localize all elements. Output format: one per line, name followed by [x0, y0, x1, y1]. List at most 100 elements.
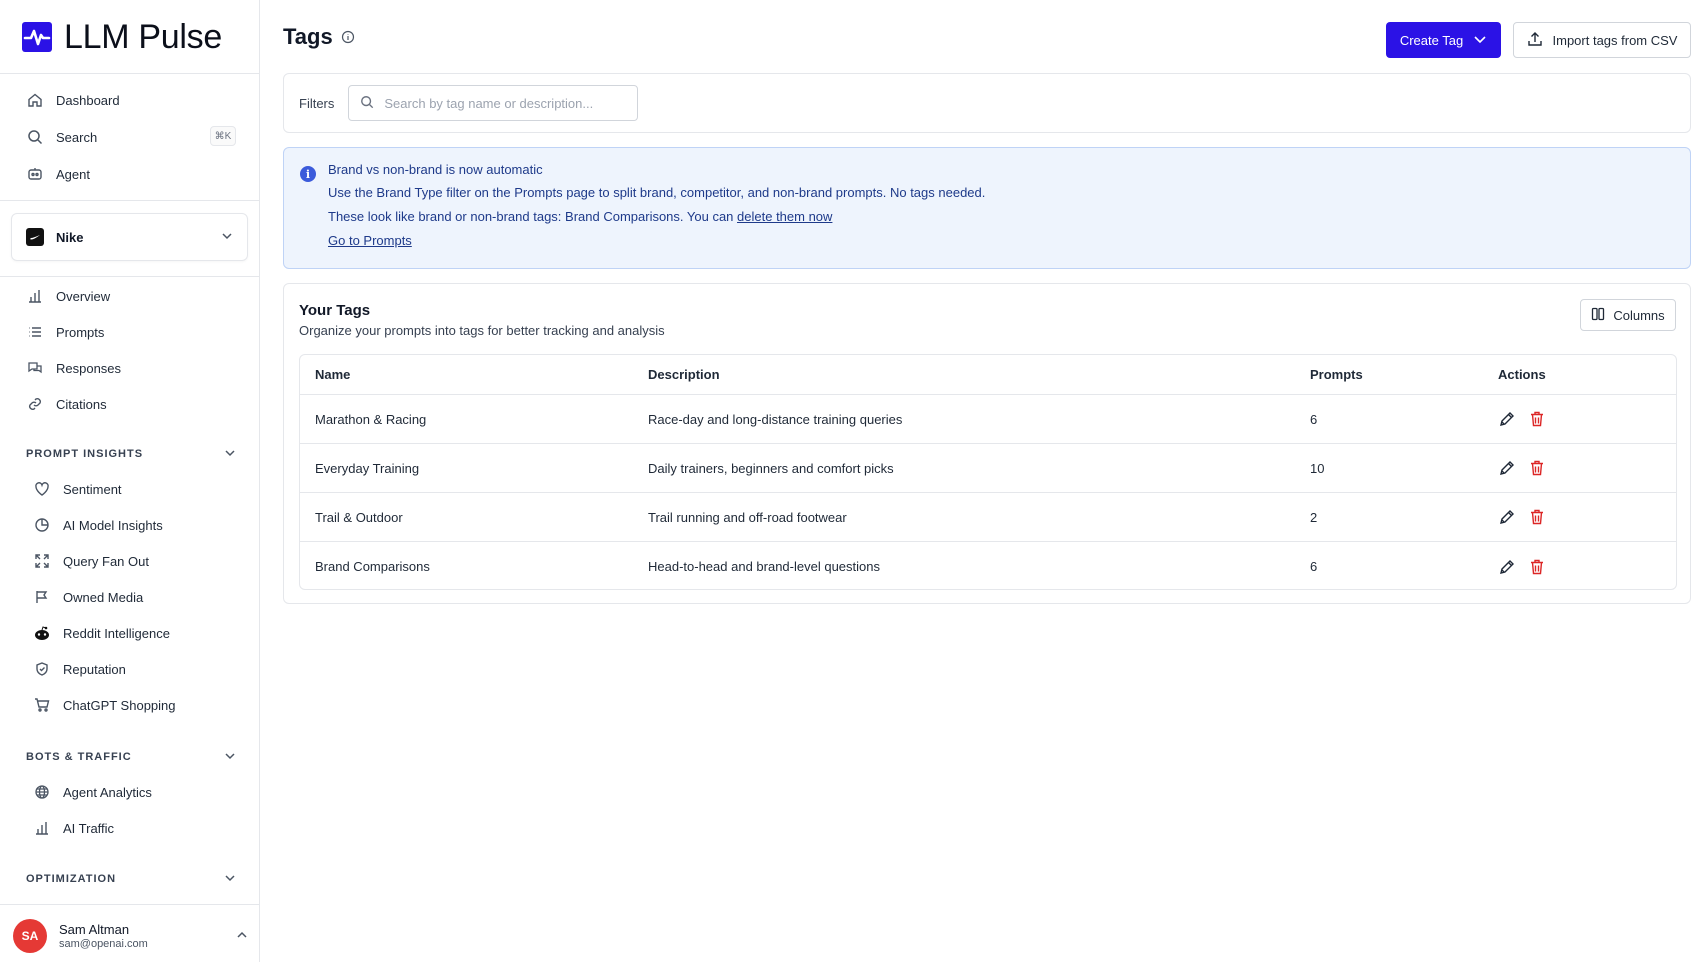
columns-label: Columns [1613, 307, 1665, 323]
nav-label: Owned Media [63, 589, 144, 605]
divider [0, 904, 259, 905]
delete-icon[interactable] [1528, 558, 1546, 576]
shortcut-badge: ⌘K [210, 126, 236, 146]
columns-button[interactable]: Columns [1580, 299, 1676, 331]
delete-icon[interactable] [1528, 410, 1546, 428]
edit-icon[interactable] [1498, 410, 1516, 428]
nav-chatgpt-shopping[interactable]: ChatGPT Shopping [33, 691, 243, 719]
section-title: OPTIMIZATION [26, 873, 117, 885]
search-input[interactable] [384, 95, 625, 111]
delete-tags-link[interactable]: delete them now [737, 209, 832, 224]
cart-icon [33, 696, 51, 714]
column-header-prompts[interactable]: Prompts [1310, 355, 1363, 394]
nav-label: Responses [56, 360, 122, 376]
chevron-up-icon [236, 928, 248, 944]
page-title: Tags [283, 24, 355, 50]
table-row[interactable]: Marathon & Racing Race-day and long-dist… [300, 395, 1676, 444]
bar-chart-icon [33, 819, 51, 837]
expand-icon [33, 552, 51, 570]
go-to-prompts-link[interactable]: Go to Prompts [328, 233, 412, 248]
divider [0, 73, 259, 74]
nav-label: Prompts [56, 324, 105, 340]
tag-prompt-count: 10 [1310, 460, 1325, 476]
nav-label: Agent [56, 166, 90, 182]
agent-icon [26, 165, 44, 183]
nav-owned-media[interactable]: Owned Media [33, 583, 243, 611]
edit-icon[interactable] [1498, 508, 1516, 526]
row-actions [1498, 542, 1546, 589]
section-bots-traffic[interactable]: BOTS & TRAFFIC [26, 747, 236, 767]
notice-text: Use the Brand Type filter on the Prompts… [328, 185, 986, 200]
nav-reddit-intelligence[interactable]: Reddit Intelligence [33, 619, 243, 647]
user-email: sam@openai.com [59, 938, 148, 950]
divider [0, 200, 259, 201]
column-header-name[interactable]: Name [315, 355, 350, 394]
nav-sentiment[interactable]: Sentiment [33, 475, 243, 503]
nav-search[interactable]: Search ⌘K [26, 123, 236, 151]
nav-ai-model-insights[interactable]: AI Model Insights [33, 511, 243, 539]
tag-description: Trail running and off-road footwear [648, 509, 847, 525]
edit-icon[interactable] [1498, 459, 1516, 477]
project-name: Nike [56, 229, 84, 245]
nav-responses[interactable]: Responses [26, 354, 236, 382]
section-title: PROMPT INSIGHTS [26, 448, 144, 460]
create-tag-label: Create Tag [1399, 32, 1464, 48]
list-icon [26, 323, 44, 341]
nav-label: Dashboard [56, 92, 120, 108]
nav-dashboard[interactable]: Dashboard [26, 86, 236, 114]
upload-icon [1527, 31, 1543, 50]
nav-agent[interactable]: Agent [26, 160, 236, 188]
edit-icon[interactable] [1498, 558, 1516, 576]
notice-brand-tags-text: These look like brand or non-brand tags:… [328, 209, 738, 224]
bar-chart-icon [26, 287, 44, 305]
table-row[interactable]: Brand Comparisons Head-to-head and brand… [300, 542, 1676, 589]
page-title-text: Tags [283, 24, 333, 49]
pie-chart-icon [33, 516, 51, 534]
column-header-description[interactable]: Description [648, 355, 720, 394]
nav-label: AI Model Insights [63, 517, 163, 533]
project-selector[interactable]: Nike [11, 213, 248, 261]
avatar: SA [13, 919, 47, 953]
app-logo[interactable]: LLM Pulse [22, 18, 222, 56]
nav-prompts[interactable]: Prompts [26, 318, 236, 346]
table-row[interactable]: Everyday Training Daily trainers, beginn… [300, 444, 1676, 493]
nav-label: Reputation [63, 661, 126, 677]
link-icon [26, 395, 44, 413]
user-menu[interactable]: SA Sam Altman sam@openai.com [13, 918, 248, 954]
column-header-actions: Actions [1498, 367, 1546, 382]
nav-ai-traffic[interactable]: AI Traffic [33, 814, 243, 842]
nike-logo-icon [26, 228, 44, 246]
section-title: BOTS & TRAFFIC [26, 751, 132, 763]
notice-title: Brand vs non-brand is now automatic [328, 162, 543, 177]
notice-brand-tags: These look like brand or non-brand tags:… [328, 209, 832, 224]
import-csv-label: Import tags from CSV [1552, 32, 1678, 48]
info-icon[interactable] [341, 24, 355, 50]
reddit-icon [33, 624, 51, 642]
search-icon [26, 128, 44, 146]
nav-label: Reddit Intelligence [63, 625, 170, 641]
nav-label: Sentiment [63, 481, 122, 497]
home-icon [26, 91, 44, 109]
search-box[interactable] [348, 85, 639, 121]
tags-subtitle: Organize your prompts into tags for bett… [299, 323, 665, 338]
nav-overview[interactable]: Overview [26, 282, 236, 310]
nav-label: Citations [56, 396, 107, 412]
pulse-logo-icon [22, 22, 52, 52]
chevron-down-icon [1473, 32, 1487, 49]
nav-citations[interactable]: Citations [26, 390, 236, 418]
import-csv-button[interactable]: Import tags from CSV [1513, 22, 1691, 58]
create-tag-button[interactable]: Create Tag [1386, 22, 1501, 58]
row-actions [1498, 493, 1546, 541]
nav-query-fan-out[interactable]: Query Fan Out [33, 547, 243, 575]
chevron-down-icon [224, 750, 236, 765]
tag-prompt-count: 6 [1310, 559, 1318, 574]
delete-icon[interactable] [1528, 459, 1546, 477]
nav-agent-analytics[interactable]: Agent Analytics [33, 778, 243, 806]
nav-label: Query Fan Out [63, 553, 149, 569]
section-prompt-insights[interactable]: PROMPT INSIGHTS [26, 444, 236, 464]
info-banner: i Brand vs non-brand is now automatic Us… [283, 147, 1691, 269]
nav-reputation[interactable]: Reputation [33, 655, 243, 683]
delete-icon[interactable] [1528, 508, 1546, 526]
table-row[interactable]: Trail & Outdoor Trail running and off-ro… [300, 493, 1676, 542]
section-optimization[interactable]: OPTIMIZATION [26, 869, 236, 889]
